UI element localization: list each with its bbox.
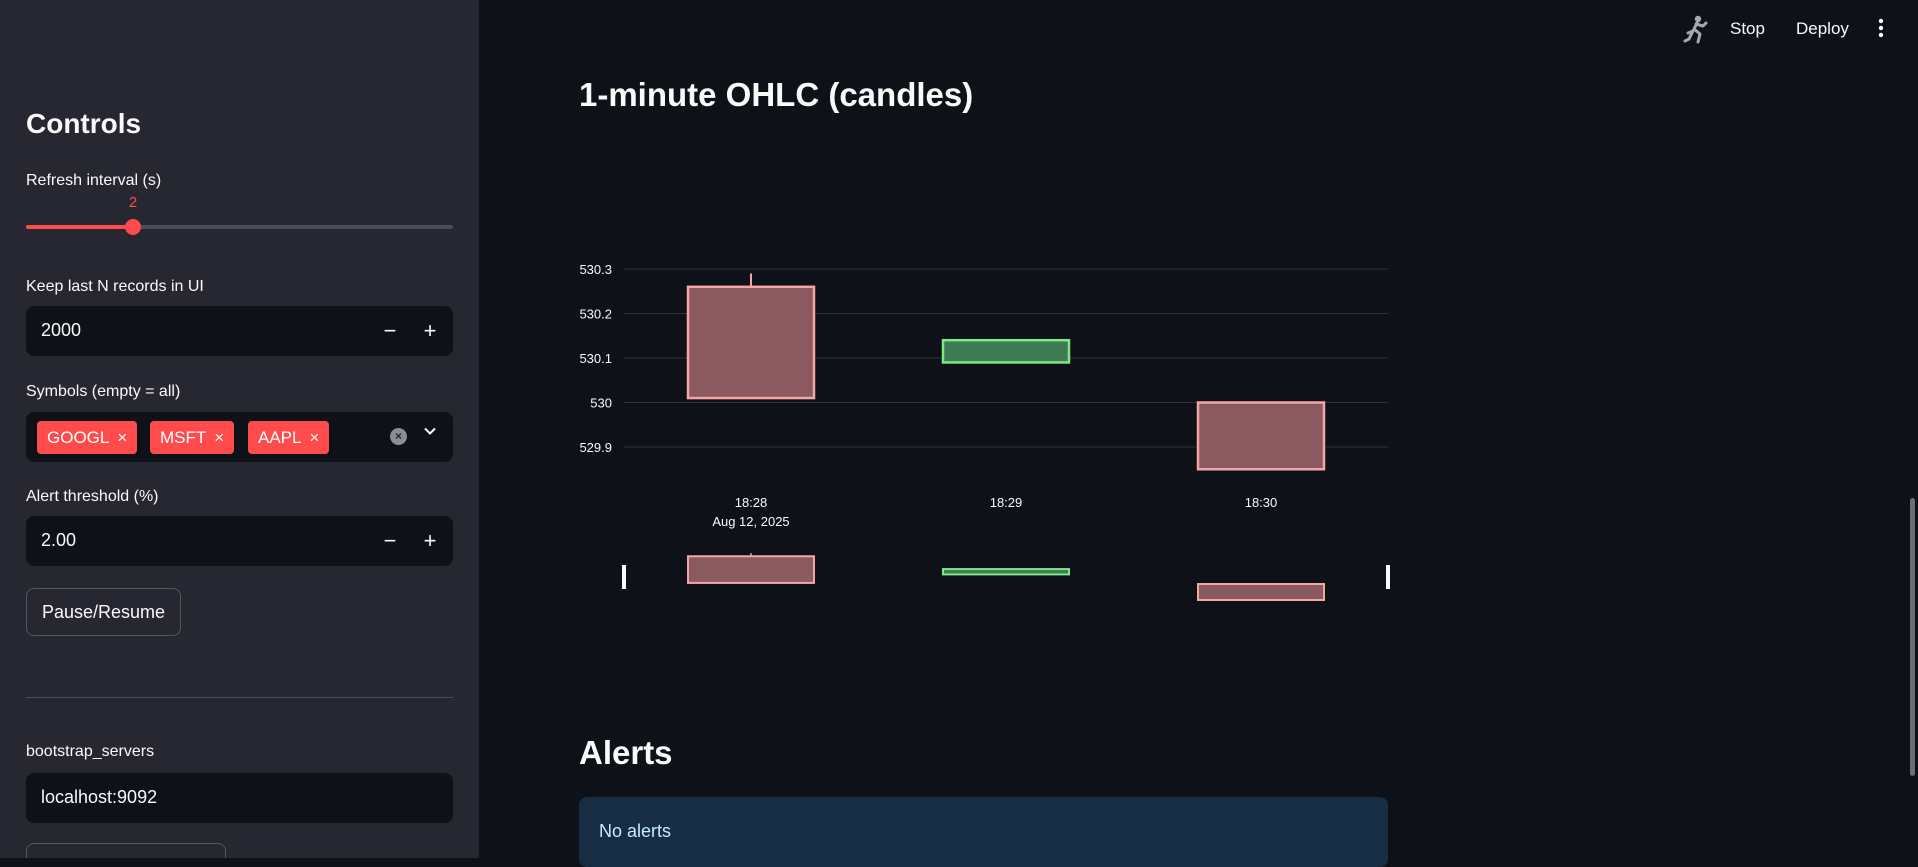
chip-label: MSFT xyxy=(160,428,207,447)
symbol-chip: GOOGL × xyxy=(37,421,138,454)
refresh-interval-slider[interactable]: 2 xyxy=(26,194,453,235)
range-candle-body xyxy=(687,555,815,584)
y-tick-label: 530 xyxy=(590,396,612,411)
x-date-label: Aug 12, 2025 xyxy=(712,514,789,529)
bootstrap-servers-input[interactable]: localhost:9092 xyxy=(26,773,453,823)
running-man-icon xyxy=(1683,15,1708,44)
range-candle-body xyxy=(942,568,1070,576)
symbol-chip: AAPL × xyxy=(248,421,330,454)
clear-all-icon[interactable]: × xyxy=(390,428,407,445)
slider-fill xyxy=(26,225,133,229)
range-handle-right xyxy=(1386,565,1390,589)
candle-body xyxy=(686,285,816,400)
sidebar-title: Controls xyxy=(26,108,142,139)
bootstrap-servers-label: bootstrap_servers xyxy=(26,743,155,760)
keep-last-label: Keep last N records in UI xyxy=(26,278,204,295)
alert-threshold-label: Alert threshold (%) xyxy=(26,488,159,505)
alert-threshold-value[interactable]: 2.00 xyxy=(41,530,76,551)
chevron-down-icon[interactable] xyxy=(423,424,437,438)
y-tick-label: 530.1 xyxy=(579,351,612,366)
range-handle-left xyxy=(622,565,626,589)
deploy-button[interactable]: Deploy xyxy=(1796,19,1849,39)
symbol-chip: MSFT × xyxy=(150,421,235,454)
alert-threshold-input[interactable]: 2.00 − + xyxy=(26,516,453,566)
candle-body xyxy=(941,338,1071,364)
chip-remove-icon[interactable]: × xyxy=(309,428,319,447)
sidebar: Controls Refresh interval (s) 2 Keep las… xyxy=(0,0,479,858)
alerts-info-box: No alerts xyxy=(579,797,1388,867)
chip-label: AAPL xyxy=(258,428,302,447)
increment-button[interactable]: + xyxy=(415,526,445,556)
chip-label: GOOGL xyxy=(47,428,110,447)
y-tick-label: 529.9 xyxy=(579,440,612,455)
chip-remove-icon[interactable]: × xyxy=(214,428,224,447)
symbols-multiselect[interactable]: GOOGL × MSFT × AAPL × × xyxy=(26,412,453,462)
decrement-button[interactable]: − xyxy=(375,526,405,556)
candle-body xyxy=(1196,401,1326,471)
slider-thumb[interactable] xyxy=(125,219,141,235)
divider xyxy=(26,697,453,698)
decrement-button[interactable]: − xyxy=(375,316,405,346)
y-tick-label: 530.3 xyxy=(579,262,612,277)
x-tick-label: 18:28 xyxy=(735,495,768,510)
kebab-menu-icon[interactable] xyxy=(1876,17,1886,39)
alerts-text: No alerts xyxy=(599,821,672,841)
symbols-label: Symbols (empty = all) xyxy=(26,383,181,400)
scrollbar[interactable] xyxy=(1910,498,1915,776)
refresh-interval-label: Refresh interval (s) xyxy=(26,172,162,189)
keep-last-input[interactable]: 2000 − + xyxy=(26,306,453,356)
pause-resume-button[interactable]: Pause/Resume xyxy=(26,588,182,636)
keep-last-value[interactable]: 2000 xyxy=(41,320,81,341)
stop-button[interactable]: Stop xyxy=(1730,19,1765,39)
sidebar-button[interactable] xyxy=(26,843,226,858)
y-tick-label: 530.2 xyxy=(579,307,612,322)
slider-value: 2 xyxy=(128,194,138,211)
x-tick-label: 18:29 xyxy=(990,495,1023,510)
chip-remove-icon[interactable]: × xyxy=(117,428,127,447)
alerts-heading: Alerts xyxy=(579,734,673,771)
bootstrap-servers-value[interactable]: localhost:9092 xyxy=(41,787,157,808)
increment-button[interactable]: + xyxy=(415,316,445,346)
chart-heading: 1-minute OHLC (candles) xyxy=(579,76,974,113)
x-tick-label: 18:30 xyxy=(1245,495,1278,510)
range-candle-body xyxy=(1197,583,1325,601)
